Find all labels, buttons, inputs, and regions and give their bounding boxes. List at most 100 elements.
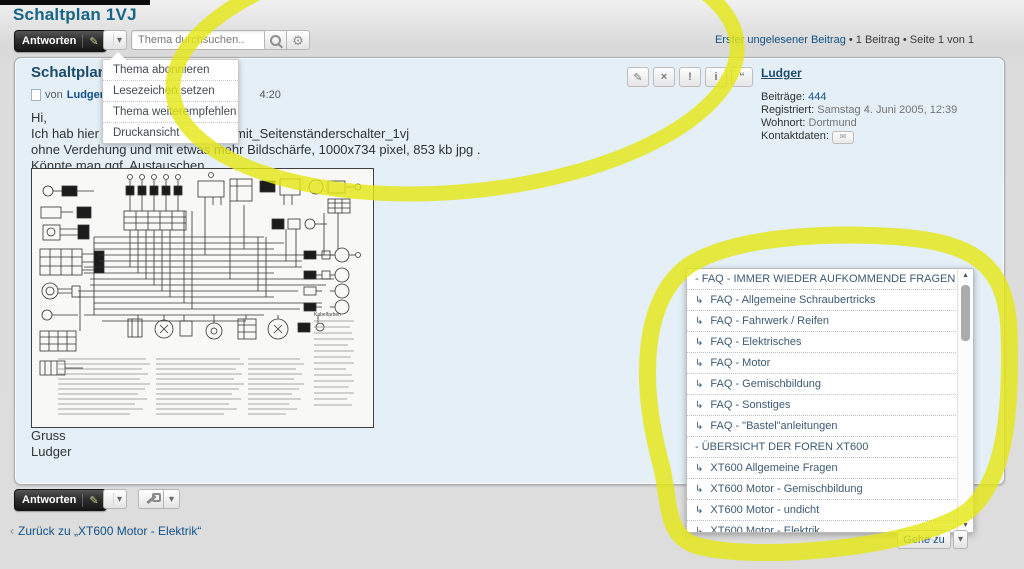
report-post-button[interactable]: ! (679, 67, 701, 87)
search-button[interactable] (264, 30, 287, 50)
subforum-arrow-icon: ↳ (695, 463, 703, 474)
jump-menu-item[interactable]: ↳FAQ - Motor (687, 353, 958, 374)
scrollbar-thumb[interactable] (961, 285, 970, 341)
quote-icon: “ (739, 71, 745, 83)
profile-username-link[interactable]: Ludger (761, 66, 802, 80)
post-time: 4:20 (260, 89, 281, 101)
reply-button-top[interactable]: Antworten ✎ (14, 30, 107, 52)
post-information-button[interactable]: i (705, 67, 727, 87)
menu-item-subscribe[interactable]: Thema abonnieren (103, 60, 238, 81)
jump-menu-item[interactable]: ↳ XT600 Allgemeine Fragen (687, 458, 958, 479)
post-body: Hi, Ich hab hier demit_Seitenständerscha… (31, 110, 481, 174)
topic-tools-dropdown-button[interactable]: ▾ (103, 30, 127, 50)
user-info-row: Beiträge: 444 (761, 91, 957, 104)
delete-post-button[interactable]: × (653, 67, 675, 87)
jump-menu-item[interactable]: ↳ FAQ - Gemischbildung (687, 374, 958, 395)
gear-icon: ⚙ (292, 34, 304, 47)
jump-menu-label: FAQ - Elektrisches (710, 336, 801, 348)
post-body-line: ohne Verdehung und mit etwas mehr Bildsc… (31, 142, 481, 158)
subforum-arrow-icon: ↳ (695, 337, 703, 348)
user-info-row: Kontaktdaten: ✉ (761, 130, 957, 144)
first-unread-link[interactable]: Erster ungelesener Beitrag (715, 34, 846, 46)
subforum-arrow-icon: ↳ (695, 484, 703, 495)
topic-tools-dropdown-button-bottom[interactable]: ▾ (103, 489, 127, 509)
moderator-tools-dropdown-button[interactable]: ▾ (164, 489, 180, 509)
user-info-label: Wohnort: (761, 117, 805, 129)
user-info-value: Dortmund (809, 117, 857, 129)
chevron-down-icon: ▾ (117, 35, 122, 46)
search-icon (270, 35, 281, 46)
search-settings-button[interactable]: ⚙ (287, 30, 310, 50)
jump-menu-list: - FAQ - IMMER WIEDER AUFKOMMENDE FRAGEN … (687, 269, 958, 533)
jump-menu-item[interactable]: ↳FAQ - Allgemeine Schraubertricks (687, 290, 958, 311)
subforum-arrow-icon: ↳ (695, 379, 703, 390)
subforum-arrow-icon: ↳ (695, 400, 703, 411)
back-to-forum: ‹Zurück zu „XT600 Motor - Elektrik“ (10, 524, 201, 538)
signature-line: Ludger (31, 444, 71, 460)
reply-button-bottom[interactable]: Antworten ✎ (14, 489, 107, 511)
subforum-arrow-icon: ↳ (695, 526, 703, 534)
user-info-label: Registriert: (761, 104, 814, 116)
post-body-fragment: mit_Seitenständerschalter_1vj (235, 126, 409, 141)
jump-menu-item[interactable]: ↳ XT600 Motor - Gemischbildung (687, 479, 958, 500)
jump-menu-item[interactable]: ↳ FAQ - Elektrisches (687, 332, 958, 353)
topic-search-input[interactable] (131, 30, 269, 50)
author-link[interactable]: Ludger (67, 89, 104, 101)
user-post-count-link[interactable]: 444 (808, 91, 826, 103)
user-info-label: Beiträge: (761, 91, 805, 103)
back-to-forum-link[interactable]: Zurück zu „XT600 Motor - Elektrik“ (18, 524, 201, 538)
topic-meta: Erster ungelesener Beitrag • 1 Beitrag •… (715, 34, 974, 46)
reply-button-label: Antworten (22, 35, 76, 47)
mail-icon: ✉ (840, 132, 847, 141)
scroll-down-arrow-icon[interactable]: ▼ (958, 522, 973, 529)
jump-menu-label: - ÜBERSICHT DER FOREN XT600 (695, 441, 868, 453)
user-info-row: Registriert: Samstag 4. Juni 2005, 12:39 (761, 104, 957, 117)
wiring-diagram-image[interactable]: Kabelfarben (31, 168, 374, 428)
chevron-down-icon: ▾ (169, 494, 174, 505)
reply-button-label: Antworten (22, 494, 76, 506)
post-signature: Gruss Ludger (31, 428, 71, 460)
subforum-arrow-icon: ↳ (695, 505, 703, 516)
menu-item-recommend[interactable]: Thema weiterempfehlen (103, 102, 238, 123)
jump-menu-section[interactable]: - ÜBERSICHT DER FOREN XT600 (687, 437, 958, 458)
split-divider (105, 34, 114, 46)
user-info-panel: Beiträge: 444 Registriert: Samstag 4. Ju… (761, 91, 957, 144)
post-body-line: Ich hab hier demit_Seitenständerschalter… (31, 126, 481, 142)
wiring-diagram-drawing: Kabelfarben (32, 169, 371, 425)
go-to-dropdown-button[interactable]: ▾ (953, 530, 968, 549)
jump-menu-label: FAQ - Gemischbildung (710, 378, 821, 390)
quote-post-button[interactable]: “ (731, 67, 753, 87)
jump-menu-item[interactable]: ↳ XT600 Motor - undicht (687, 500, 958, 521)
menu-item-bookmark[interactable]: Lesezeichen setzen (103, 81, 238, 102)
jump-menu-item[interactable]: ↳ FAQ - Sonstiges (687, 395, 958, 416)
jump-to-forum-menu: - FAQ - IMMER WIEDER AUFKOMMENDE FRAGEN … (686, 268, 974, 533)
report-icon: ! (688, 71, 692, 83)
subforum-arrow-icon: ↳ (695, 316, 703, 327)
user-info-value: Samstag 4. Juni 2005, 12:39 (817, 104, 957, 116)
scroll-up-arrow-icon[interactable]: ▲ (958, 272, 973, 279)
jump-menu-label: FAQ - "Bastel"anleitungen (710, 420, 837, 432)
post-icon (31, 89, 41, 101)
post-title: Schaltplan (31, 64, 107, 81)
pencil-icon: ✎ (633, 71, 642, 84)
jump-menu-item[interactable]: ↳FAQ - Fahrwerk / Reifen (687, 311, 958, 332)
subforum-arrow-icon: ↳ (695, 421, 703, 432)
jump-menu-label: XT600 Motor - undicht (710, 504, 819, 516)
jump-menu-section[interactable]: - FAQ - IMMER WIEDER AUFKOMMENDE FRAGEN (687, 269, 958, 290)
edit-post-button[interactable]: ✎ (627, 67, 649, 87)
jump-menu-label: FAQ - Allgemeine Schraubertricks (710, 294, 875, 306)
jump-menu-scrollbar[interactable]: ▲ ▼ (957, 269, 973, 532)
jump-menu-label: XT600 Motor - Gemischbildung (710, 483, 862, 495)
wrench-icon (145, 493, 157, 505)
moderator-tools-button[interactable] (138, 489, 164, 509)
pencil-icon: ✎ (82, 35, 98, 48)
go-to-button[interactable]: Gehe zu (897, 530, 951, 549)
jump-menu-label: FAQ - Sonstiges (710, 399, 790, 411)
jump-menu-label: XT600 Allgemeine Fragen (710, 462, 837, 474)
menu-item-print-view[interactable]: Druckansicht (103, 123, 238, 143)
subforum-arrow-icon: ↳ (695, 358, 703, 369)
post-tools: ✎ × ! i “ (627, 67, 753, 87)
jump-menu-item[interactable]: ↳ FAQ - "Bastel"anleitungen (687, 416, 958, 437)
signature-line: Gruss (31, 428, 71, 444)
contact-button[interactable]: ✉ (832, 131, 854, 144)
